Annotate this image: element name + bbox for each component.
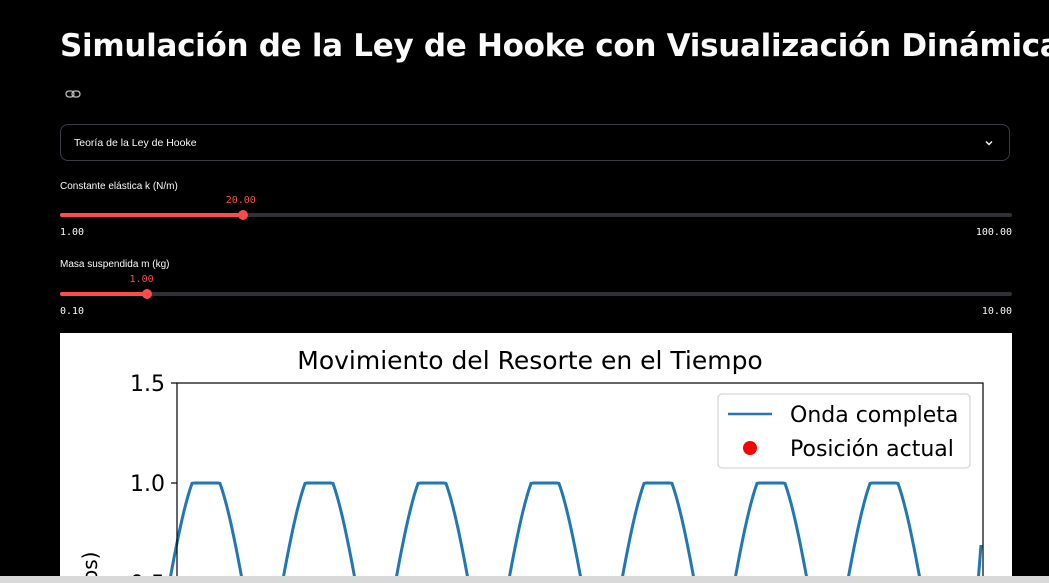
k-slider-value: 20.00 (225, 195, 256, 206)
legend-series-0: Onda completa (790, 403, 958, 428)
wave-peak (619, 481, 697, 583)
wave-peak (393, 481, 471, 583)
k-slider-min: 1.00 (60, 227, 85, 238)
wave-peak (280, 481, 358, 583)
link-icon[interactable] (65, 86, 81, 102)
m-slider-value: 1.00 (129, 274, 154, 285)
legend-point-marker (743, 441, 757, 455)
chevron-down-icon (985, 141, 993, 146)
y-tick-label: 1.0 (130, 472, 165, 497)
page-title-text: Simulación de la Ley de Hooke con Visual… (60, 28, 1049, 64)
legend-series-1: Posición actual (790, 437, 954, 462)
wave-peak (732, 481, 810, 583)
k-slider-track[interactable] (60, 213, 1012, 217)
wave-peak (167, 481, 245, 583)
page-title: Simulación de la Ley de Hooke con Visual… (60, 26, 1049, 64)
m-slider-label: Masa suspendida m (kg) (60, 259, 170, 270)
wave-peak (845, 481, 923, 583)
y-tick-label: 1.5 (130, 372, 165, 397)
expander-label: Teoría de la Ley de Hooke (74, 137, 197, 149)
k-slider-fill (60, 213, 243, 217)
chart-legend: Onda completa Posición actual (717, 393, 971, 469)
k-slider-thumb[interactable] (237, 210, 248, 220)
m-slider-fill (60, 292, 147, 296)
m-slider-track[interactable] (60, 292, 1012, 296)
wave-peak (506, 481, 584, 583)
theory-expander[interactable]: Teoría de la Ley de Hooke (60, 124, 1010, 161)
spring-chart: Movimiento del Resorte en el Tiempo 1.5 1… (60, 333, 1012, 583)
chart-title: Movimiento del Resorte en el Tiempo (297, 346, 762, 375)
m-slider-thumb[interactable] (141, 289, 152, 299)
k-slider-label: Constante elástica k (N/m) (60, 181, 178, 192)
horizontal-scrollbar[interactable] (0, 576, 1049, 583)
m-slider-max: 10.00 (981, 306, 1012, 317)
k-slider-max: 100.00 (975, 227, 1012, 238)
m-slider-min: 0.10 (60, 306, 85, 317)
